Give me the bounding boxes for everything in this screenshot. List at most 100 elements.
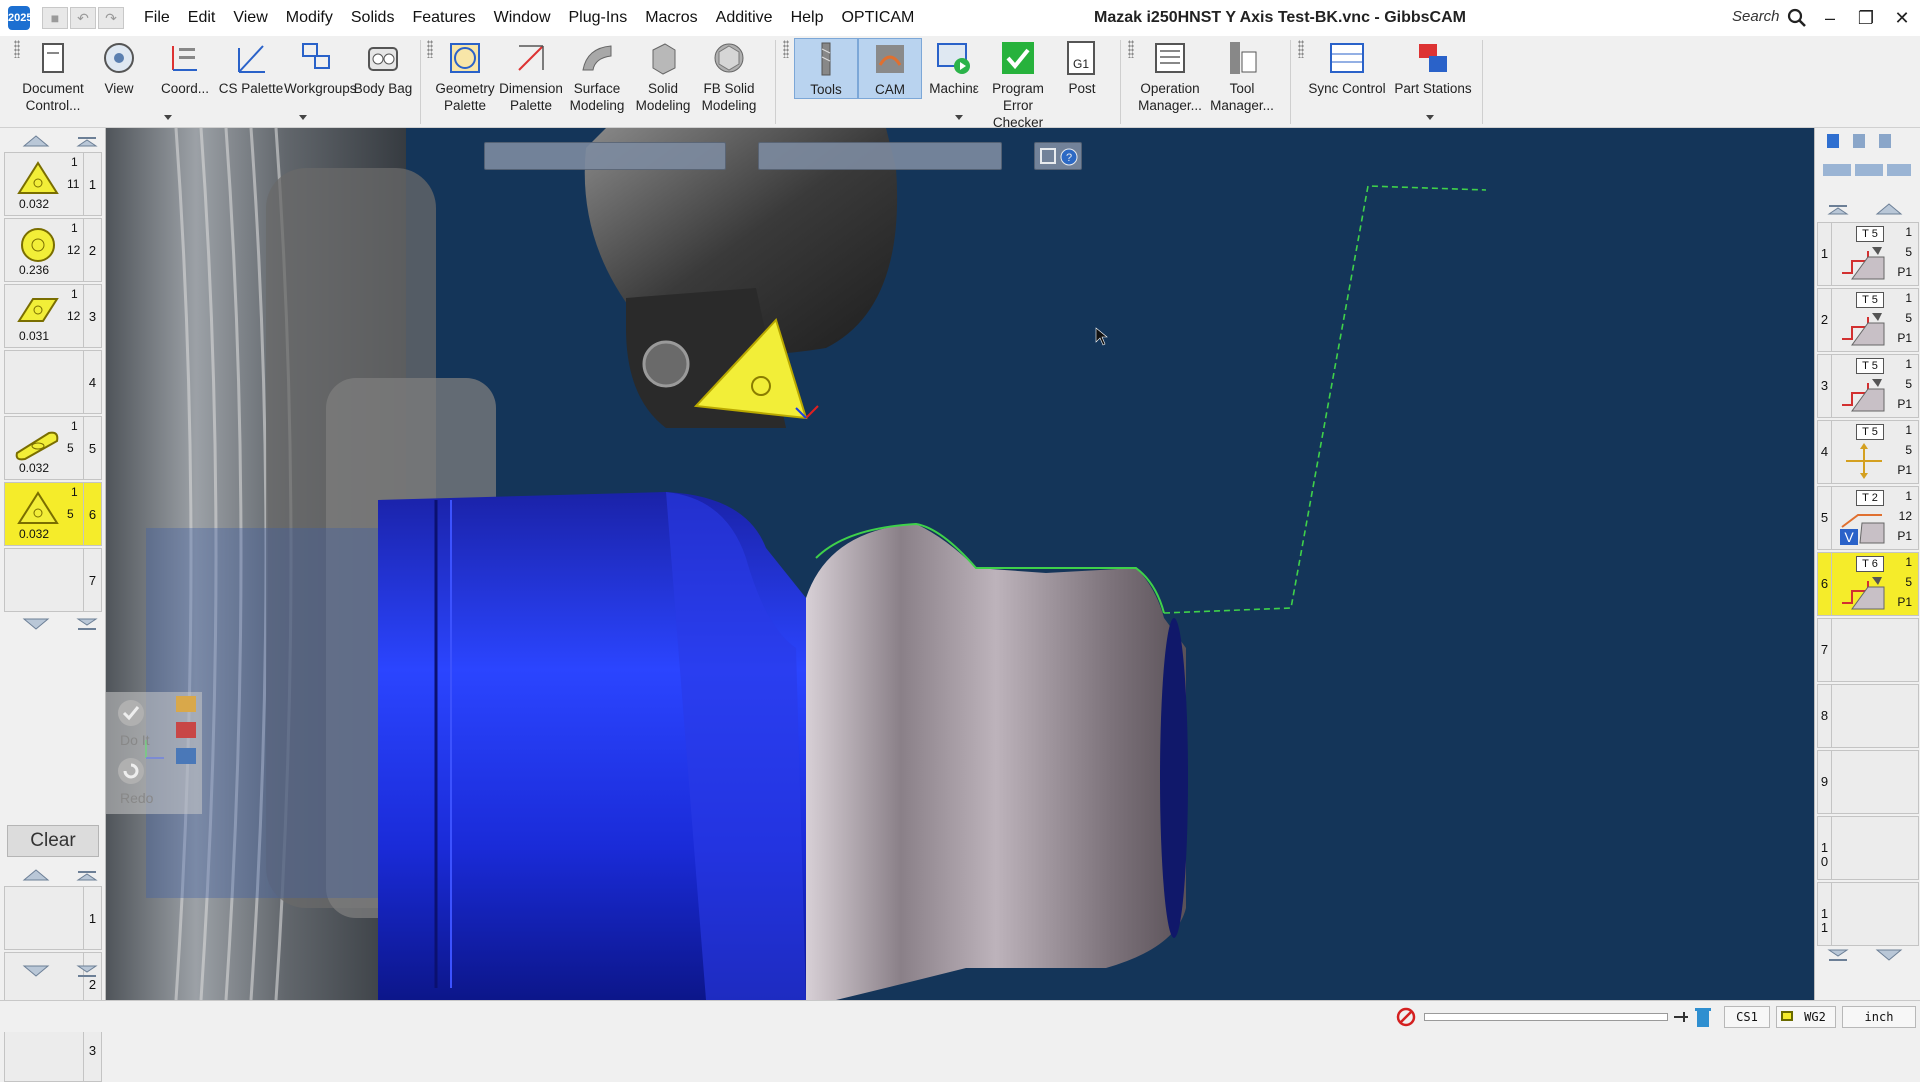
tools-button[interactable]: Tools (794, 38, 858, 99)
tool-manager-button[interactable]: Tool Manager... (1206, 38, 1278, 114)
scroll-up-arrows[interactable] (4, 132, 102, 150)
units-indicator[interactable]: inch (1842, 1006, 1916, 1028)
menu-help[interactable]: Help (782, 0, 833, 36)
body-bag-button[interactable]: Body Bag (350, 38, 416, 97)
wg-indicator[interactable]: WG2 (1776, 1006, 1836, 1028)
dimension-palette-button[interactable]: Dimension Palette (498, 38, 564, 114)
operation-manager-button[interactable]: Operation Manager... (1134, 38, 1206, 114)
operation-slot[interactable]: 3 T 5 1 5 P1 (1817, 354, 1919, 418)
cs-indicator[interactable]: CS1 (1724, 1006, 1770, 1028)
filter-icons[interactable] (1821, 160, 1915, 180)
operation-slot[interactable]: 4 T 5 1 5 P1 (1817, 420, 1919, 484)
operation-slot[interactable]: 2 T 5 1 5 P1 (1817, 288, 1919, 352)
geometry-palette-button[interactable]: Geometry Palette (432, 38, 498, 114)
ops-scroll-up-arrows[interactable] (1817, 200, 1919, 218)
folder-icon[interactable] (176, 696, 196, 712)
stop-icon[interactable] (1396, 1007, 1416, 1027)
cam-button[interactable]: CAM (858, 38, 922, 99)
tool-slot[interactable]: 1 11 0.032 1 (4, 152, 102, 216)
redo-icon[interactable] (116, 756, 146, 786)
view-button[interactable]: View (86, 38, 152, 97)
dimension-palette-icon (518, 45, 544, 71)
chevron-down-icon[interactable] (164, 115, 172, 120)
chevron-down-icon[interactable] (1426, 115, 1434, 120)
process-scroll-down-arrows[interactable] (4, 962, 102, 980)
operation-slot[interactable]: 1 0 (1817, 816, 1919, 880)
menu-solids[interactable]: Solids (342, 0, 404, 36)
chevron-down-icon[interactable] (299, 115, 307, 120)
ribbon-separator (420, 40, 421, 124)
search-icon[interactable] (1787, 8, 1807, 28)
svg-text:?: ? (1066, 152, 1072, 164)
document-control-button[interactable]: Document Control... (20, 38, 86, 114)
operation-slot[interactable]: 9 (1817, 750, 1919, 814)
scroll-down-arrows[interactable] (4, 615, 102, 633)
undo-icon[interactable]: ↶ (70, 7, 96, 29)
restore-button[interactable]: ❐ (1852, 4, 1880, 32)
operation-slot[interactable]: 6 T 6 1 5 P1 (1817, 552, 1919, 616)
ops-scroll-down-arrows[interactable] (1817, 946, 1919, 964)
ribbon-label: CS Palette (218, 81, 284, 96)
menu-macros[interactable]: Macros (636, 0, 706, 36)
post-icon: G1 (1067, 41, 1095, 75)
tool-blue-icon[interactable] (176, 748, 196, 764)
operation-slot[interactable]: 8 (1817, 684, 1919, 748)
save-icon[interactable]: ■ (42, 7, 68, 29)
chevron-down-icon[interactable] (955, 115, 963, 120)
menu-window[interactable]: Window (485, 0, 560, 36)
operation-slot[interactable]: 5 T 2 1 12 P1 V (1817, 486, 1919, 550)
doit-label[interactable]: Do It (120, 732, 150, 748)
view-toolbar-1[interactable] (484, 142, 726, 170)
operation-slot[interactable]: 1 T 5 1 5 P1 (1817, 222, 1919, 286)
minimize-button[interactable]: – (1816, 4, 1844, 32)
machin-button[interactable]: Machinε (922, 38, 986, 97)
coord-button[interactable]: Coord... (152, 38, 218, 97)
tool-mid-value: 12 (67, 243, 81, 257)
tool-red-icon[interactable] (176, 722, 196, 738)
tool-slot[interactable]: 1 12 0.031 3 (4, 284, 102, 348)
solid-modeling-button[interactable]: Solid Modeling (630, 38, 696, 114)
cam-icon (876, 45, 904, 73)
program-error-checker-button[interactable]: Program Error Checker (986, 38, 1050, 131)
tool-diameter: 0.032 (19, 461, 50, 475)
tool-slot[interactable]: 7 (4, 548, 102, 612)
menu-opticam[interactable]: OPTICAM (832, 0, 923, 36)
menu-edit[interactable]: Edit (179, 0, 225, 36)
operation-slot[interactable]: 7 (1817, 618, 1919, 682)
menu-modify[interactable]: Modify (277, 0, 342, 36)
process-scroll-up-arrows[interactable] (4, 866, 102, 884)
workgroups-button[interactable]: Workgroups (284, 38, 357, 97)
tool-slot[interactable]: 1 5 0.032 5 (4, 416, 102, 480)
clear-button[interactable]: Clear (7, 825, 99, 857)
sync-control-button[interactable]: Sync Control (1304, 38, 1390, 97)
part-stations-button[interactable]: Part Stations (1390, 38, 1476, 97)
menu-view[interactable]: View (224, 0, 276, 36)
search-label[interactable]: Search (1732, 8, 1780, 25)
ribbon-grip[interactable] (783, 40, 789, 58)
post-button[interactable]: G1 Post (1050, 38, 1114, 97)
tool-diameter: 0.031 (19, 329, 50, 343)
tool-slot[interactable]: 1 5 0.032 6 (4, 482, 102, 546)
cs-palette-button[interactable]: CS Palette (218, 38, 284, 97)
menu-additive[interactable]: Additive (707, 0, 782, 36)
menu-features[interactable]: Features (403, 0, 484, 36)
checkmark-icon[interactable] (116, 698, 146, 728)
tool-slot[interactable]: 1 12 0.236 2 (4, 218, 102, 282)
process-slot[interactable]: 1 (4, 886, 102, 950)
view-mode-icons[interactable] (1825, 132, 1911, 150)
redo-icon[interactable]: ↷ (98, 7, 124, 29)
redo-label[interactable]: Redo (120, 790, 153, 806)
close-button[interactable]: ✕ (1888, 4, 1916, 32)
operation-slot[interactable]: 1 1 (1817, 882, 1919, 946)
view-toolbar-3[interactable]: ? (1034, 142, 1082, 170)
fb-solid-modeling-button[interactable]: FB Solid Modeling (696, 38, 762, 114)
pin-icon[interactable] (1672, 1008, 1690, 1026)
view-toolbar-2[interactable] (758, 142, 1002, 170)
tool-mid-value: 12 (67, 309, 81, 323)
3d-viewport[interactable]: ? Do It Redo (106, 128, 1814, 1000)
surface-modeling-button[interactable]: Surface Modeling (564, 38, 630, 114)
trash-icon[interactable] (1694, 1005, 1712, 1029)
menu-file[interactable]: File (135, 0, 179, 36)
menu-plug-ins[interactable]: Plug-Ins (560, 0, 637, 36)
tool-slot[interactable]: 4 (4, 350, 102, 414)
